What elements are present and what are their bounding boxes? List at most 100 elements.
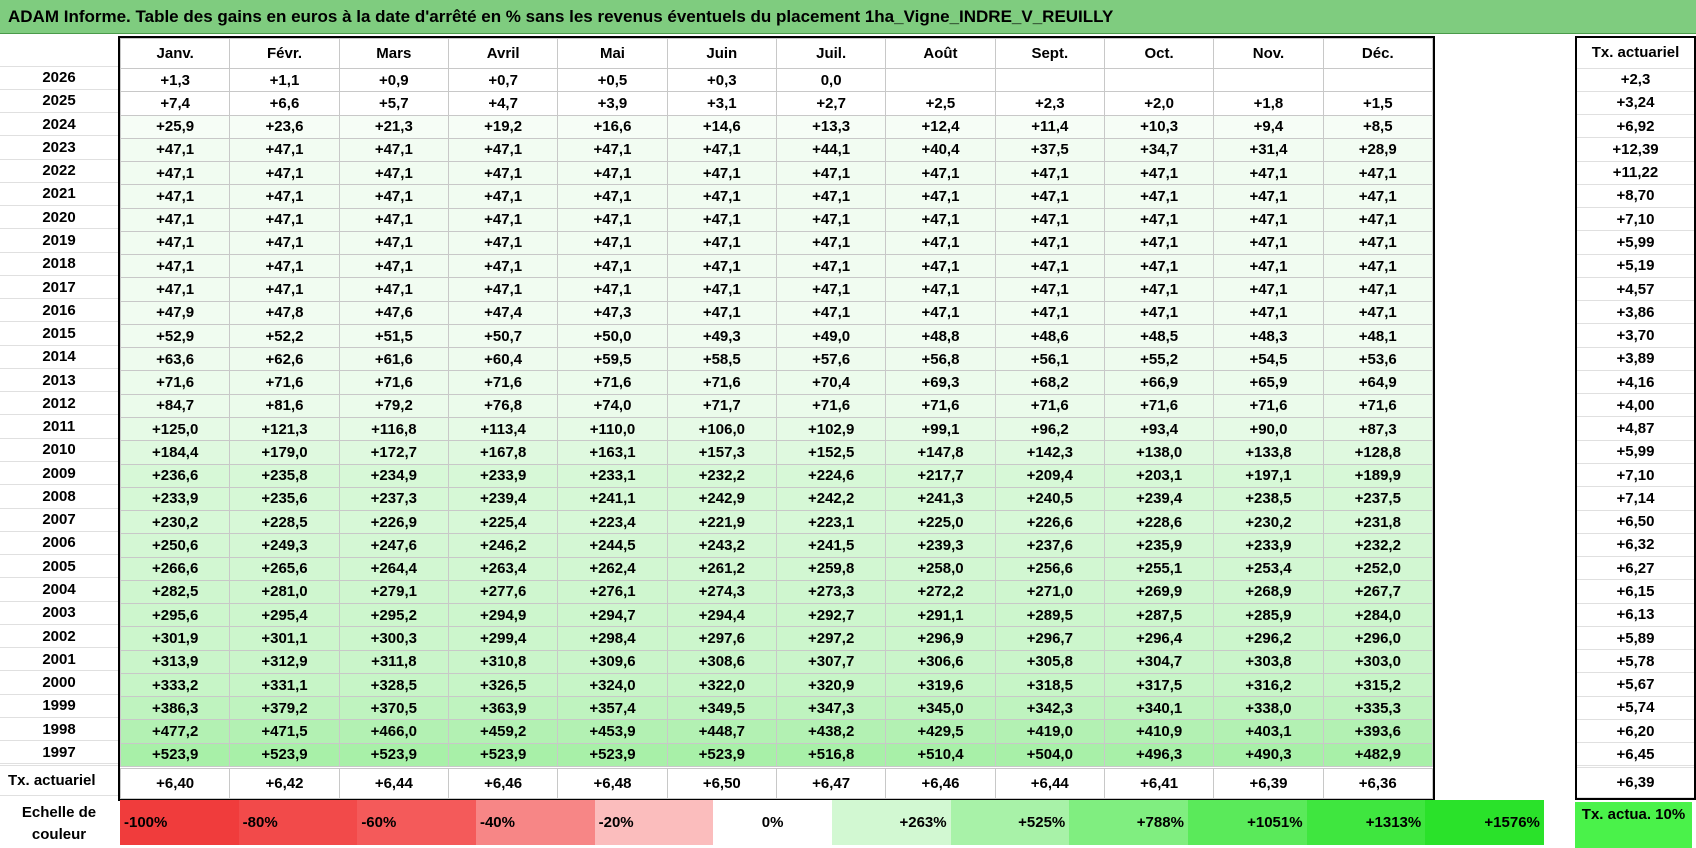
gain-cell: +47,1 bbox=[557, 184, 668, 209]
gain-cell: +410,9 bbox=[1103, 719, 1215, 744]
footer-rate-cell: +6,42 bbox=[229, 767, 340, 799]
gain-cell: +255,1 bbox=[1103, 556, 1215, 581]
gain-cell: +349,5 bbox=[666, 696, 777, 721]
gain-cell: +47,1 bbox=[447, 207, 559, 232]
footer-rate-cell: +6,44 bbox=[994, 767, 1105, 799]
gain-cell: +226,6 bbox=[994, 510, 1105, 535]
gain-cell: +232,2 bbox=[666, 463, 777, 488]
actuarial-row: +11,22 bbox=[1577, 160, 1694, 185]
gain-cell: +345,0 bbox=[885, 696, 996, 721]
gain-cell: +523,9 bbox=[666, 742, 777, 767]
gain-cell: +226,9 bbox=[338, 510, 449, 535]
gain-cell: +340,1 bbox=[1103, 696, 1215, 721]
year-label: 2010 bbox=[0, 437, 118, 463]
year-header-row bbox=[0, 36, 118, 67]
gain-cell: +301,1 bbox=[229, 626, 340, 651]
gain-cell: +241,1 bbox=[557, 486, 668, 512]
gain-cell: +221,9 bbox=[666, 510, 777, 535]
table-row: +230,2 +228,5 +226,9 +225,4 +223,4 +221,9 +223… bbox=[119, 510, 1433, 535]
gain-cell: +243,2 bbox=[666, 533, 777, 558]
gain-cell bbox=[885, 67, 996, 93]
gain-cell: +47,1 bbox=[1322, 207, 1433, 232]
gain-cell: +324,0 bbox=[557, 672, 668, 698]
gain-cell: +309,6 bbox=[557, 649, 668, 674]
color-scale-cell: +1576% bbox=[1425, 800, 1544, 845]
gain-cell: +49,0 bbox=[775, 323, 887, 349]
color-scale-cell: -100% bbox=[120, 800, 239, 845]
gain-cell: +47,1 bbox=[666, 137, 777, 163]
gain-cell: +47,1 bbox=[1322, 230, 1433, 256]
month-header: Janv. bbox=[119, 38, 231, 69]
actuarial-rate: +5,99 bbox=[1577, 439, 1694, 465]
gain-cell: +5,7 bbox=[338, 91, 449, 116]
gain-cell: +47,1 bbox=[557, 137, 668, 163]
page-title: ADAM Informe. Table des gains en euros à… bbox=[0, 0, 1696, 34]
gain-cell: +57,6 bbox=[775, 347, 887, 372]
gain-cell: +272,2 bbox=[885, 579, 996, 605]
gain-cell: +47,1 bbox=[1103, 207, 1215, 232]
gain-cell: +47,1 bbox=[885, 207, 996, 232]
gain-cell: +147,8 bbox=[885, 440, 996, 465]
gain-cell: +223,1 bbox=[775, 510, 887, 535]
year-row: 1999 bbox=[0, 693, 118, 718]
gain-cell: +298,4 bbox=[557, 626, 668, 651]
actuarial-rate: +3,70 bbox=[1577, 323, 1694, 348]
gain-cell: +287,5 bbox=[1103, 603, 1215, 628]
gain-cell: +60,4 bbox=[447, 347, 559, 372]
year-label: 2012 bbox=[0, 391, 118, 416]
gain-cell: +48,3 bbox=[1213, 323, 1324, 349]
actuarial-row: +6,45 bbox=[1577, 742, 1694, 767]
year-label: 2003 bbox=[0, 600, 118, 625]
gain-cell: +490,3 bbox=[1213, 742, 1324, 767]
gain-cell: +12,4 bbox=[885, 114, 996, 139]
gain-cell: +234,9 bbox=[338, 463, 449, 488]
color-scale-cell: +525% bbox=[950, 800, 1070, 845]
gain-cell: +21,3 bbox=[338, 114, 449, 139]
actuarial-table: Tx. actuariel +2,3 +3,24 +6,92 +12,39 +11,22 +… bbox=[1577, 38, 1694, 799]
gain-cell: +9,4 bbox=[1213, 114, 1324, 139]
year-row: 2007 bbox=[0, 507, 118, 532]
gain-cell: +258,0 bbox=[885, 556, 996, 581]
gain-cell: +47,1 bbox=[994, 300, 1105, 325]
gain-cell: +51,5 bbox=[338, 323, 449, 349]
gain-cell: +242,9 bbox=[666, 486, 777, 512]
gain-cell: +48,8 bbox=[885, 323, 996, 349]
gain-cell: +71,6 bbox=[447, 370, 559, 395]
actuarial-rate: +11,22 bbox=[1577, 160, 1694, 185]
actuarial-row: +6,27 bbox=[1577, 556, 1694, 581]
year-label: 2002 bbox=[0, 623, 118, 649]
gain-cell: +2,3 bbox=[994, 91, 1105, 116]
actuarial-rate: +12,39 bbox=[1577, 137, 1694, 162]
gain-cell: +2,7 bbox=[775, 91, 887, 116]
gain-cell: +47,1 bbox=[447, 230, 559, 256]
table-row: +266,6 +265,6 +264,4 +263,4 +262,4 +261,2 +259… bbox=[119, 556, 1433, 581]
gain-cell: +47,1 bbox=[666, 300, 777, 325]
table-row: +47,1 +47,1 +47,1 +47,1 +47,1 +47,1 +44,1 +40,4… bbox=[119, 137, 1433, 163]
gain-cell: +357,4 bbox=[557, 696, 668, 721]
actuarial-rate: +3,86 bbox=[1577, 300, 1694, 325]
year-row: 2006 bbox=[0, 530, 118, 556]
gain-cell: +54,5 bbox=[1213, 347, 1324, 372]
gain-cell: +231,8 bbox=[1322, 510, 1433, 535]
gain-cell: +47,1 bbox=[229, 207, 340, 232]
gain-cell: +74,0 bbox=[557, 393, 668, 418]
gain-cell: +265,6 bbox=[229, 556, 340, 581]
year-label: 2020 bbox=[0, 205, 118, 230]
gain-cell: +47,1 bbox=[666, 207, 777, 232]
gain-cell: +47,1 bbox=[666, 184, 777, 209]
gain-cell: +157,3 bbox=[666, 440, 777, 465]
year-label: 2018 bbox=[0, 251, 118, 276]
table-row: +295,6 +295,4 +295,2 +294,9 +294,7 +294,4 +292… bbox=[119, 603, 1433, 628]
gain-cell: +232,2 bbox=[1322, 533, 1433, 558]
gain-cell: +47,3 bbox=[557, 300, 668, 325]
year-row: 2010 bbox=[0, 437, 118, 463]
actuarial-rate: +3,24 bbox=[1577, 90, 1694, 116]
gain-cell: +197,1 bbox=[1213, 463, 1324, 488]
gain-cell: +47,1 bbox=[1213, 300, 1324, 325]
gain-cell: +47,1 bbox=[1103, 254, 1215, 279]
year-row: 2008 bbox=[0, 484, 118, 509]
gain-cell: +47,1 bbox=[1322, 300, 1433, 325]
year-label: 2013 bbox=[0, 367, 118, 393]
actuarial-row: +5,89 bbox=[1577, 625, 1694, 651]
gain-cell: +121,3 bbox=[229, 416, 340, 442]
